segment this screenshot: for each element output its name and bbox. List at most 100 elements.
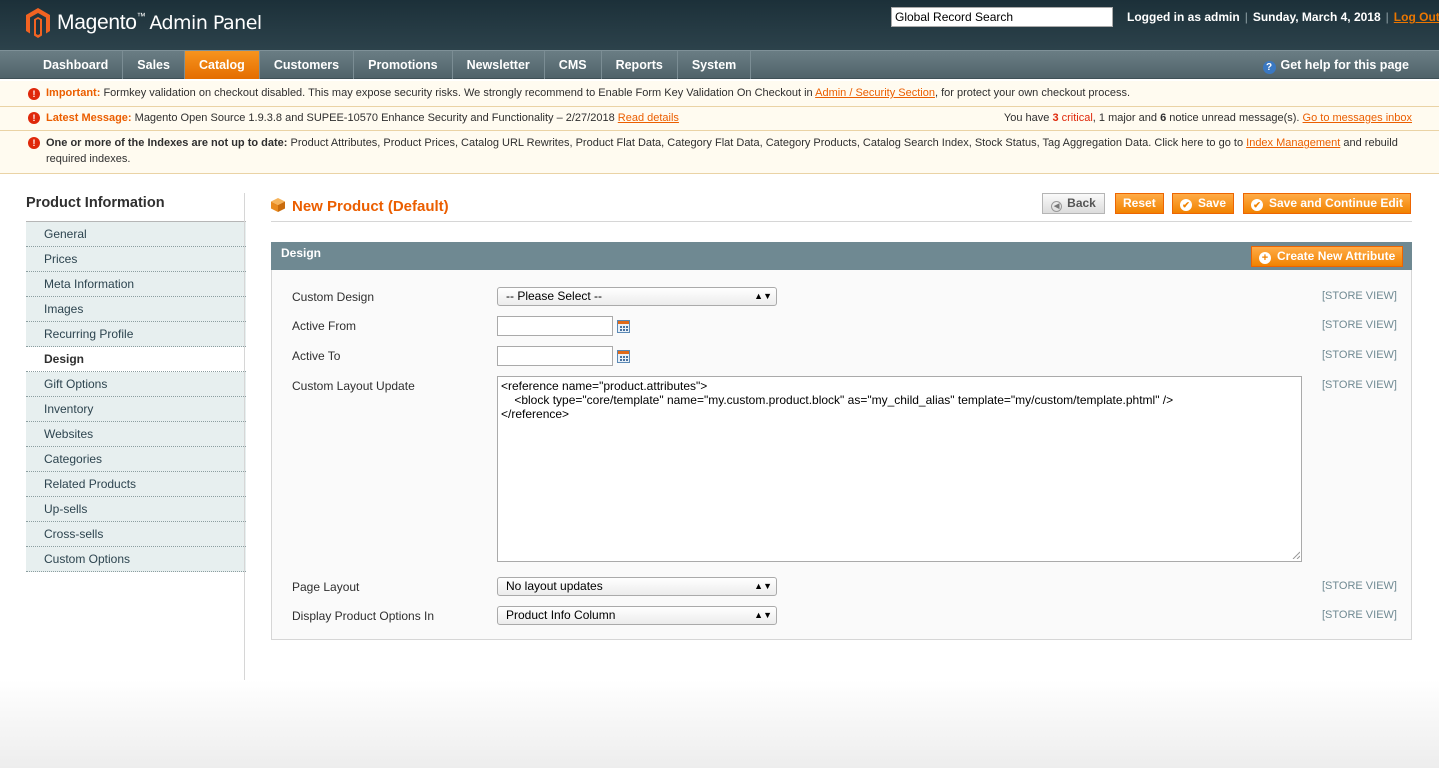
scope-label: [STORE VIEW] [1322,319,1397,331]
logged-in-text: Logged in as admin [1127,10,1240,24]
notice-latest-label: Latest Message: [46,112,132,124]
tab-inventory[interactable]: Inventory [26,397,246,422]
help-icon: ? [1262,61,1276,74]
critical-label: critical [1061,112,1093,124]
tab-related-products[interactable]: Related Products [26,472,246,497]
save-continue-label: Save and Continue Edit [1269,196,1404,210]
page-layout-select[interactable]: No layout updates ▲▼ [497,577,777,596]
create-attr-label: Create New Attribute [1277,249,1396,263]
msg-notice: notice unread message(s). [1169,112,1300,124]
active-to-input[interactable] [497,346,613,366]
logo-text: Magento™ Admin Panel [57,11,262,35]
select-arrows-icon: ▲▼ [754,581,772,591]
plus-icon: + [1259,252,1271,264]
notice-latest-text: Magento Open Source 1.9.3.8 and SUPEE-10… [134,112,615,124]
magento-logo-icon [26,8,50,38]
save-label: Save [1198,196,1227,210]
content-header: New Product (Default) ◀ Back Reset ✔ Save … [271,192,1412,222]
critical-count: 3 [1052,112,1059,124]
notice-important: ! Important: Formkey validation on check… [0,81,1439,107]
product-tabs: General Prices Meta Information Images Recur… [26,222,246,572]
active-from-input[interactable] [497,316,613,336]
scope-label: [STORE VIEW] [1322,609,1397,621]
error-icon: ! [28,137,40,149]
page-layout-label: Page Layout [292,580,360,594]
calendar-icon[interactable] [617,350,630,363]
back-label: Back [1067,196,1096,210]
notice-important-label: Important: [46,87,101,99]
logo-suffix: Admin Panel [149,12,262,34]
notice-indexes: ! One or more of the Indexes are not up … [0,131,1439,174]
messages-summary: You have 3 critical, 1 major and 6 notic… [1004,107,1412,129]
custom-layout-update-textarea[interactable]: <reference name="product.attributes"> <b… [497,376,1302,562]
active-from-label: Active From [292,319,357,333]
reset-button[interactable]: Reset [1115,193,1164,214]
nav-item-sales[interactable]: Sales [123,51,185,79]
logout-link[interactable]: Log Out [1394,10,1439,24]
index-management-link[interactable]: Index Management [1246,137,1340,149]
tab-gift-options[interactable]: Gift Options [26,372,246,397]
tab-categories[interactable]: Categories [26,447,246,472]
main-nav: Dashboard Sales Catalog Customers Promotions… [0,50,1439,79]
check-icon: ✔ [1251,199,1263,211]
custom-design-select[interactable]: -- Please Select -- ▲▼ [497,287,777,306]
scope-label: [STORE VIEW] [1322,580,1397,592]
nav-item-dashboard[interactable]: Dashboard [29,51,124,79]
display-options-label: Display Product Options In [292,609,435,623]
nav-item-cms[interactable]: CMS [545,51,602,79]
tab-cross-sells[interactable]: Cross-sells [26,522,246,547]
fieldset-title: Design [281,246,322,260]
back-arrow-icon: ◀ [1051,201,1063,212]
global-search-input[interactable] [891,7,1113,27]
save-button[interactable]: ✔ Save [1172,193,1235,214]
display-options-select[interactable]: Product Info Column ▲▼ [497,606,777,625]
nav-item-reports[interactable]: Reports [602,51,678,79]
save-and-continue-button[interactable]: ✔ Save and Continue Edit [1243,193,1412,214]
tab-custom-options[interactable]: Custom Options [26,547,246,572]
product-cube-icon [271,198,285,212]
scope-label: [STORE VIEW] [1322,290,1397,302]
nav-item-newsletter[interactable]: Newsletter [453,51,545,79]
tab-websites[interactable]: Websites [26,422,246,447]
help-link[interactable]: ? Get help for this page [1262,51,1409,79]
tab-recurring-profile[interactable]: Recurring Profile [26,322,246,347]
scope-label: [STORE VIEW] [1322,349,1397,361]
tab-up-sells[interactable]: Up-sells [26,497,246,522]
nav-item-customers[interactable]: Customers [260,51,355,79]
reset-label: Reset [1123,196,1156,210]
tab-prices[interactable]: Prices [26,247,246,272]
error-icon: ! [28,88,40,100]
header-user-info: Logged in as admin | Sunday, March 4, 2018… [1127,10,1439,24]
custom-design-value: -- Please Select -- [506,289,603,303]
create-new-attribute-button[interactable]: + Create New Attribute [1251,246,1404,267]
notice-latest: ! Latest Message: Magento Open Source 1.… [0,107,1439,131]
nav-item-system[interactable]: System [678,51,752,79]
header: Magento™Admin Panel Logged in as admin|S… [0,0,1439,50]
back-button[interactable]: ◀ Back [1042,193,1105,214]
sidebar: Product Information General Prices Meta In… [26,193,246,572]
calendar-icon[interactable] [617,320,630,333]
logo[interactable]: Magento™ Admin Panel [26,8,262,38]
notice-index-label: One or more of the Indexes are not up to… [46,137,288,149]
sidebar-title: Product Information [26,193,246,222]
custom-design-label: Custom Design [292,290,375,304]
logo-trademark: ™ [136,11,146,21]
tab-images[interactable]: Images [26,297,246,322]
nav-item-catalog[interactable]: Catalog [184,51,260,79]
select-arrows-icon: ▲▼ [754,291,772,301]
logo-brand: Magento [57,11,137,34]
tab-meta-information[interactable]: Meta Information [26,272,246,297]
check-icon: ✔ [1180,199,1192,211]
tab-design[interactable]: Design [26,347,246,372]
notice-index-text: Product Attributes, Product Prices, Cata… [290,137,1244,149]
resize-grip-icon[interactable] [1292,551,1300,559]
messages-inbox-link[interactable]: Go to messages inbox [1303,112,1412,124]
admin-security-link[interactable]: Admin / Security Section [815,87,935,99]
header-date: Sunday, March 4, 2018 [1252,10,1381,24]
nav-item-promotions[interactable]: Promotions [354,51,453,79]
read-details-link[interactable]: Read details [618,112,679,124]
display-options-value: Product Info Column [506,608,616,622]
nav-list: Dashboard Sales Catalog Customers Promotions… [29,51,1439,79]
tab-general[interactable]: General [26,222,246,247]
fieldset-header: Design + Create New Attribute [271,242,1412,270]
